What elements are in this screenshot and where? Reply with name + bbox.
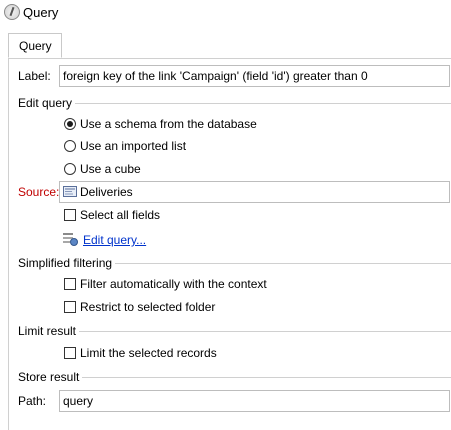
simplified-filtering-group: Simplified filtering — [18, 256, 451, 270]
limit-result-group: Limit result — [18, 324, 451, 338]
limit-result-title: Limit result — [18, 324, 80, 338]
simplified-filtering-title: Simplified filtering — [18, 256, 116, 270]
store-result-group: Store result — [18, 370, 451, 384]
store-result-title: Store result — [18, 370, 83, 384]
restrict-folder-label: Restrict to selected folder — [80, 300, 216, 314]
select-all-fields-checkbox[interactable] — [64, 209, 76, 221]
edit-query-icon — [63, 233, 78, 246]
path-input-value: query — [63, 394, 94, 408]
path-label: Path: — [18, 394, 47, 408]
restrict-folder-checkbox[interactable] — [64, 301, 76, 313]
label-input-value: foreign key of the link 'Campaign' (fiel… — [63, 69, 368, 83]
radio-use-cube[interactable] — [64, 163, 76, 175]
tab-query-label: Query — [19, 39, 52, 53]
label-input[interactable]: foreign key of the link 'Campaign' (fiel… — [59, 65, 450, 87]
label-field-label: Label: — [18, 69, 51, 83]
source-label: Source: — [18, 185, 60, 199]
edit-query-title: Edit query — [18, 96, 76, 110]
query-app-icon — [4, 4, 20, 20]
select-all-fields-label: Select all fields — [80, 208, 161, 222]
radio-use-schema[interactable] — [64, 118, 76, 130]
edit-query-group: Edit query — [18, 96, 451, 110]
radio-use-schema-label: Use a schema from the database — [80, 117, 257, 131]
title-bar: Query — [0, 0, 451, 26]
radio-imported-list[interactable] — [64, 140, 76, 152]
radio-use-cube-label: Use a cube — [80, 162, 141, 176]
store-result-separator — [18, 377, 451, 378]
limit-result-separator — [18, 331, 451, 332]
source-field[interactable]: Deliveries — [59, 181, 450, 203]
tab-query[interactable]: Query — [8, 33, 62, 58]
source-value: Deliveries — [80, 185, 133, 199]
window-title: Query — [23, 5, 59, 20]
delivery-schema-icon — [63, 186, 77, 197]
edit-query-link[interactable]: Edit query... — [83, 233, 146, 247]
limit-records-label: Limit the selected records — [80, 346, 217, 360]
filter-context-label: Filter automatically with the context — [80, 277, 267, 291]
path-input[interactable]: query — [59, 390, 450, 412]
edit-query-separator — [18, 103, 451, 104]
limit-records-checkbox[interactable] — [64, 347, 76, 359]
radio-imported-list-label: Use an imported list — [80, 139, 187, 153]
filter-context-checkbox[interactable] — [64, 278, 76, 290]
